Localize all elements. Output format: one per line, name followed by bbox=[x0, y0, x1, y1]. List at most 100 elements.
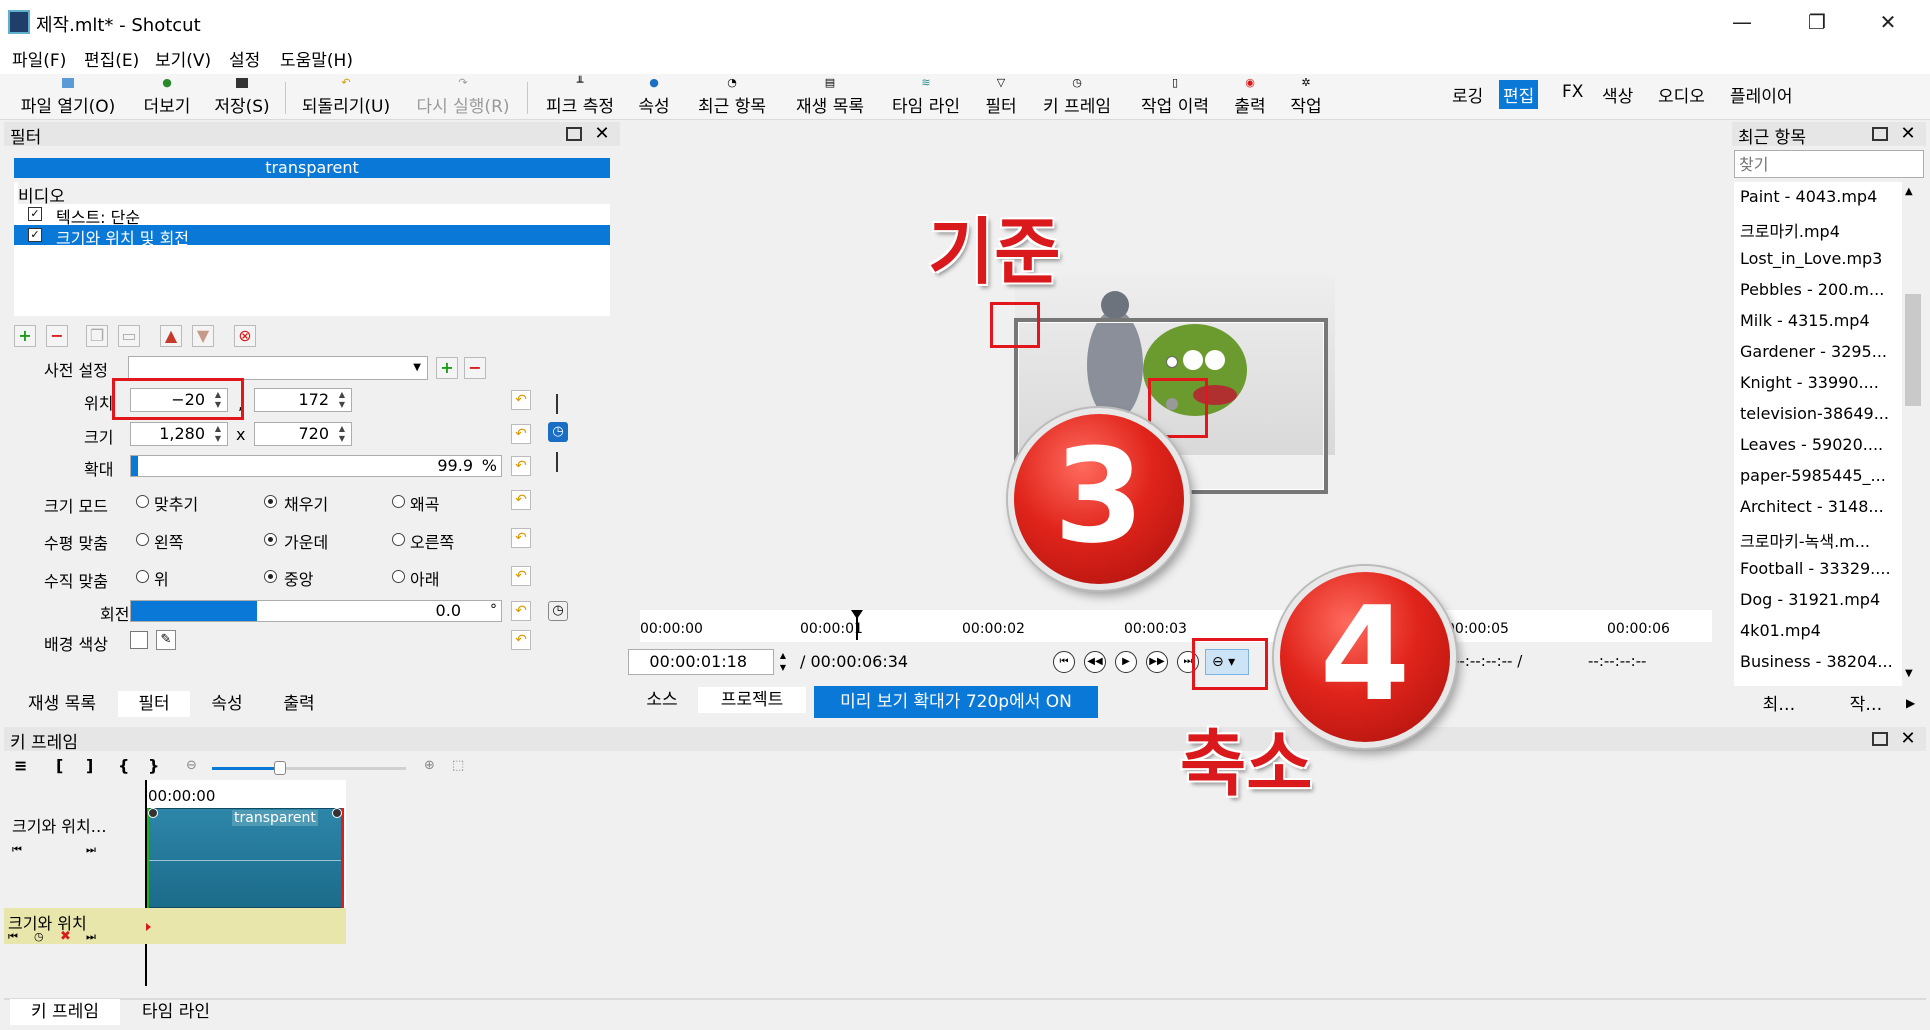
filter-item-text[interactable]: ✓ 텍스트: 단순 bbox=[14, 204, 610, 227]
zoom-out-icon[interactable]: ⊖ bbox=[186, 758, 197, 773]
export-button[interactable]: ◉ 출력 bbox=[1228, 77, 1272, 118]
recent-button[interactable]: ◔ 최근 항목 bbox=[690, 77, 774, 118]
v-align-top-radio[interactable] bbox=[136, 570, 149, 583]
keyframe-prev-icon[interactable]: ⏮ bbox=[12, 843, 22, 857]
param-next-keyframe-icon[interactable]: ⏭ bbox=[86, 930, 96, 944]
copy-filter-button[interactable]: ❐ bbox=[86, 325, 108, 347]
h-align-right-radio[interactable] bbox=[392, 533, 405, 546]
reset-v-align-icon[interactable]: ↶ bbox=[511, 566, 531, 586]
skip-to-start-icon[interactable]: ⏮ bbox=[1053, 651, 1075, 673]
h-align-center-radio[interactable] bbox=[264, 533, 277, 546]
recent-search-input[interactable] bbox=[1734, 150, 1924, 178]
move-down-button[interactable]: ▼ bbox=[192, 325, 214, 347]
recent-item[interactable]: 크로마키.mp4 bbox=[1740, 218, 1900, 242]
recent-item[interactable]: television-38649... bbox=[1740, 404, 1900, 423]
tab-playlist[interactable]: 재생 목록 bbox=[10, 691, 114, 717]
menu-view[interactable]: 보기(V) bbox=[155, 46, 211, 71]
float-panel-icon[interactable] bbox=[566, 127, 582, 141]
size-mode-fit-radio[interactable] bbox=[136, 495, 149, 508]
save-preset-button[interactable]: + bbox=[436, 357, 458, 379]
delete-preset-button[interactable]: − bbox=[464, 357, 486, 379]
recent-item[interactable]: 크로마키-녹색.m... bbox=[1740, 528, 1900, 552]
rewind-icon[interactable]: ◀◀ bbox=[1084, 651, 1106, 673]
keyframes-button[interactable]: ◷ 키 프레임 bbox=[1036, 77, 1118, 118]
timeline-button[interactable]: ≋ 타임 라인 bbox=[886, 77, 966, 118]
eyedropper-icon[interactable]: ✎ bbox=[156, 630, 176, 650]
add-filter-button[interactable]: + bbox=[14, 325, 36, 347]
rotation-slider[interactable]: 0.0 ° bbox=[130, 600, 502, 622]
tab-properties[interactable]: 속성 bbox=[192, 691, 262, 717]
tab-jobs[interactable]: 작… bbox=[1826, 692, 1906, 718]
seek-in-icon[interactable]: [ bbox=[56, 756, 63, 775]
next-keyframe-icon[interactable]: } bbox=[148, 756, 159, 775]
history-button[interactable]: ▯ 작업 이력 bbox=[1132, 77, 1218, 118]
layout-fx[interactable]: FX bbox=[1558, 80, 1587, 104]
close-panel-icon[interactable]: ✕ bbox=[592, 124, 612, 144]
menu-help[interactable]: 도움말(H) bbox=[280, 46, 353, 71]
tab-export[interactable]: 출력 bbox=[264, 691, 334, 717]
layout-editing[interactable]: 편집 bbox=[1499, 80, 1539, 109]
scroll-thumb[interactable] bbox=[1905, 294, 1921, 406]
recent-item[interactable]: 4k01.mp4 bbox=[1740, 621, 1900, 640]
time-spin-arrows-icon[interactable]: ▲ ▼ bbox=[776, 650, 790, 674]
recent-item[interactable]: Milk - 4315.mp4 bbox=[1740, 311, 1900, 330]
close-panel-icon[interactable]: ✕ bbox=[1898, 729, 1918, 749]
keyframe-point[interactable] bbox=[332, 808, 342, 818]
param-prev-keyframe-icon[interactable]: ⏮ bbox=[8, 930, 18, 944]
zoom-fit-icon[interactable]: ⬚ bbox=[452, 758, 464, 773]
keyframe-stopwatch-icon[interactable]: ◷ bbox=[548, 422, 568, 442]
close-panel-icon[interactable]: ✕ bbox=[1898, 124, 1918, 144]
layout-logging[interactable]: 로깅 bbox=[1448, 80, 1487, 109]
filter-enable-checkbox[interactable]: ✓ bbox=[28, 228, 42, 242]
scroll-down-icon[interactable]: ▼ bbox=[1905, 668, 1913, 679]
layout-player[interactable]: 플레이어 bbox=[1726, 80, 1797, 109]
preview-scaling-notice[interactable]: 미리 보기 확대가 720p에서 ON bbox=[814, 686, 1098, 718]
recent-item[interactable]: Football - 33329.... bbox=[1740, 559, 1900, 578]
size-width-input[interactable]: 1,280 ▲ ▼ bbox=[130, 422, 228, 446]
recent-item[interactable]: Business - 38204... bbox=[1740, 652, 1900, 671]
undo-button[interactable]: ↶ 되돌리기(U) bbox=[296, 77, 396, 118]
keyframe-next-icon[interactable]: ⏭ bbox=[86, 843, 96, 857]
bg-color-swatch[interactable] bbox=[130, 631, 148, 649]
keyframe-menu-icon[interactable]: ≡ bbox=[14, 756, 27, 775]
reset-size-mode-icon[interactable]: ↶ bbox=[511, 490, 531, 510]
size-mode-fill-radio[interactable] bbox=[264, 495, 277, 508]
redo-button[interactable]: ↷ 다시 실행(R) bbox=[410, 77, 516, 118]
recent-item[interactable]: Gardener - 3295... bbox=[1740, 342, 1900, 361]
spin-arrows-icon[interactable]: ▲ ▼ bbox=[335, 424, 349, 444]
recent-item[interactable]: Lost_in_Love.mp3 bbox=[1740, 249, 1900, 268]
menu-edit[interactable]: 편집(E) bbox=[84, 46, 139, 71]
previous-keyframe-icon[interactable]: { bbox=[118, 756, 129, 775]
tab-project[interactable]: 프로젝트 bbox=[698, 687, 806, 713]
size-height-input[interactable]: 720 ▲ ▼ bbox=[254, 422, 352, 446]
restore-button[interactable]: ❐ bbox=[1795, 8, 1839, 36]
menu-settings[interactable]: 설정 bbox=[229, 46, 260, 71]
remove-filter-button[interactable]: − bbox=[46, 325, 68, 347]
reset-size-icon[interactable]: ↶ bbox=[511, 424, 531, 444]
recent-item[interactable]: Pebbles - 200.m... bbox=[1740, 280, 1900, 299]
fast-forward-icon[interactable]: ▶▶ bbox=[1146, 651, 1168, 673]
jobs-button[interactable]: ✲ 작업 bbox=[1284, 77, 1328, 118]
tab-timeline[interactable]: 타임 라인 bbox=[124, 999, 228, 1025]
recent-item[interactable]: Knight - 33990.... bbox=[1740, 373, 1900, 392]
more-button[interactable]: ● 더보기 bbox=[136, 77, 198, 118]
v-align-bottom-radio[interactable] bbox=[392, 570, 405, 583]
keyframe-playhead[interactable] bbox=[145, 780, 147, 986]
reset-bg-color-icon[interactable]: ↶ bbox=[511, 630, 531, 650]
reset-position-icon[interactable]: ↶ bbox=[511, 390, 531, 410]
h-align-left-radio[interactable] bbox=[136, 533, 149, 546]
zoom-slider-handle[interactable] bbox=[274, 761, 286, 775]
keyframe-zoom-slider[interactable] bbox=[212, 761, 406, 775]
play-icon[interactable]: ▶ bbox=[1115, 651, 1137, 673]
save-button[interactable]: 저장(S) bbox=[210, 78, 274, 118]
filters-button[interactable]: ▽ 필터 bbox=[980, 77, 1022, 118]
tab-scroll-right-icon[interactable]: ▶ bbox=[1906, 696, 1915, 710]
rotation-keyframe-icon[interactable]: ◷ bbox=[548, 601, 568, 621]
float-panel-icon[interactable] bbox=[1872, 127, 1888, 141]
position-y-input[interactable]: 172 ▲ ▼ bbox=[254, 388, 352, 412]
peak-meter-button[interactable]: ╨ 피크 측정 bbox=[538, 77, 622, 118]
properties-button[interactable]: ● 속성 bbox=[634, 77, 674, 118]
scroll-up-icon[interactable]: ▲ bbox=[1905, 186, 1913, 197]
recent-item[interactable]: Architect - 3148... bbox=[1740, 497, 1900, 516]
menu-file[interactable]: 파일(F) bbox=[12, 46, 66, 71]
